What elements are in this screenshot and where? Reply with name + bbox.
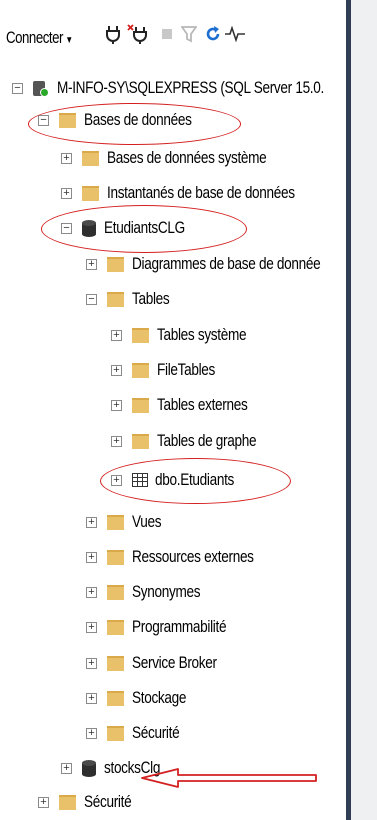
folder-icon — [107, 256, 124, 272]
tree-node-label: Stockage — [132, 688, 187, 707]
expand-icon[interactable]: + — [38, 796, 49, 808]
tree-node-label: Ressources externes — [132, 547, 254, 566]
tree-node-views[interactable]: + Vues — [86, 506, 169, 538]
tree-node-tables[interactable]: − Tables — [86, 283, 179, 315]
expand-icon[interactable]: + — [86, 727, 97, 739]
collapse-icon[interactable]: − — [12, 82, 23, 94]
expand-icon[interactable]: + — [86, 516, 97, 528]
tree-node-db-etudiantsclg[interactable]: − EtudiantsCLG — [61, 212, 205, 244]
object-explorer-toolbar: Connecter ▼ — [0, 0, 346, 66]
tree-node-graph-tables[interactable]: + Tables de graphe — [111, 425, 281, 457]
tree-node-label: Programmabilité — [132, 617, 227, 636]
tree-node-dbo-etudiants[interactable]: + dbo.Etudiants — [111, 464, 254, 496]
folder-icon — [132, 327, 149, 343]
tree-node-label: Instantanés de base de données — [107, 183, 295, 202]
tree-node-label: Tables de graphe — [157, 431, 257, 450]
filter-icon[interactable] — [177, 22, 201, 46]
tree-node-external-resources[interactable]: + Ressources externes — [86, 541, 284, 573]
tree-node-label: FileTables — [157, 360, 216, 379]
folder-icon — [132, 362, 149, 378]
server-icon — [33, 80, 49, 97]
collapse-icon[interactable]: − — [61, 222, 72, 234]
tree-node-label: Sécurité — [84, 792, 132, 811]
tree-node-filetables[interactable]: + FileTables — [111, 354, 230, 386]
expand-icon[interactable]: + — [86, 621, 97, 633]
tree-node-system-databases[interactable]: + Bases de données système — [61, 142, 306, 174]
folder-icon — [107, 514, 124, 530]
expand-icon[interactable]: + — [86, 258, 97, 270]
folder-icon — [107, 619, 124, 635]
folder-icon — [107, 584, 124, 600]
tree-node-programmability[interactable]: + Programmabilité — [86, 611, 250, 643]
expand-icon[interactable]: + — [86, 657, 97, 669]
connect-button[interactable]: Connecter ▼ — [6, 28, 73, 48]
tree-node-label: EtudiantsCLG — [104, 218, 185, 237]
collapse-icon[interactable]: − — [38, 114, 49, 126]
folder-icon — [132, 397, 149, 413]
connect-label: Connecter — [6, 28, 63, 47]
expand-icon[interactable]: + — [86, 586, 97, 598]
tree-node-label: Synonymes — [132, 582, 201, 601]
document-area — [351, 0, 377, 820]
folder-icon — [82, 185, 99, 201]
tree-node-service-broker[interactable]: + Service Broker — [86, 647, 238, 679]
tree-node-label: dbo.Etudiants — [155, 470, 235, 489]
database-icon — [82, 759, 96, 777]
folder-icon — [107, 549, 124, 565]
tree-node-label: Tables externes — [157, 395, 248, 414]
folder-icon — [82, 150, 99, 166]
tree-node-security-db[interactable]: + Sécurité — [86, 717, 191, 749]
tree-node-diagrams[interactable]: + Diagrammes de base de donnée — [86, 248, 346, 280]
object-explorer-tree: − M-INFO-SY\SQLEXPRESS (SQL Server 15.0.… — [0, 66, 346, 820]
tree-node-synonyms[interactable]: + Synonymes — [86, 576, 217, 608]
tree-node-label: Sécurité — [132, 723, 180, 742]
tree-node-external-tables[interactable]: + Tables externes — [111, 389, 270, 421]
folder-icon — [107, 291, 124, 307]
folder-icon — [132, 433, 149, 449]
tree-node-databases[interactable]: − Bases de données — [38, 104, 218, 136]
expand-icon[interactable]: + — [61, 762, 72, 774]
tree-node-server[interactable]: − M-INFO-SY\SQLEXPRESS (SQL Server 15.0. — [12, 72, 346, 104]
folder-icon — [59, 112, 76, 128]
expand-icon[interactable]: + — [61, 152, 72, 164]
refresh-icon[interactable] — [201, 22, 225, 46]
stop-icon[interactable] — [155, 22, 179, 46]
tree-node-label: Bases de données — [84, 110, 192, 129]
connect-icon[interactable] — [101, 22, 125, 46]
folder-icon — [59, 794, 76, 810]
expand-icon[interactable]: + — [86, 692, 97, 704]
tree-node-label: Tables — [132, 289, 170, 308]
tree-node-label: Service Broker — [132, 653, 217, 672]
expand-icon[interactable]: + — [86, 551, 97, 563]
disconnect-icon[interactable] — [126, 22, 150, 46]
expand-icon[interactable]: + — [111, 474, 122, 486]
folder-icon — [107, 690, 124, 706]
collapse-icon[interactable]: − — [86, 293, 97, 305]
expand-icon[interactable]: + — [111, 399, 122, 411]
table-icon — [132, 473, 148, 487]
tree-node-storage[interactable]: + Stockage — [86, 682, 200, 714]
folder-icon — [107, 725, 124, 741]
expand-icon[interactable]: + — [61, 187, 72, 199]
chevron-down-icon: ▼ — [65, 35, 73, 46]
tree-node-label: Vues — [132, 512, 162, 531]
annotation-arrow-icon — [141, 768, 317, 788]
activity-monitor-icon[interactable] — [223, 22, 247, 46]
tree-node-label: Tables système — [157, 325, 247, 344]
tree-node-label: M-INFO-SY\SQLEXPRESS (SQL Server 15.0. — [57, 78, 324, 97]
tree-node-snapshots[interactable]: + Instantanés de base de données — [61, 177, 342, 209]
database-icon — [82, 219, 96, 237]
expand-icon[interactable]: + — [111, 329, 122, 341]
tree-node-label: Diagrammes de base de donnée — [132, 254, 321, 273]
expand-icon[interactable]: + — [111, 435, 122, 447]
tree-node-label: Bases de données système — [107, 148, 267, 167]
tree-node-system-tables[interactable]: + Tables système — [111, 319, 269, 351]
tree-node-security-server[interactable]: + Sécurité — [38, 786, 143, 818]
folder-icon — [107, 655, 124, 671]
expand-icon[interactable]: + — [111, 364, 122, 376]
